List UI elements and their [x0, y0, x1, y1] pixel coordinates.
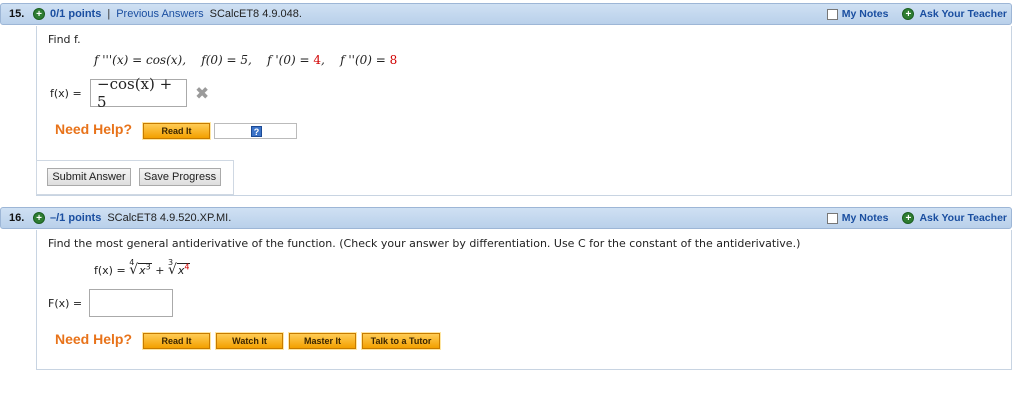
q16-read-it-button[interactable]: Read It	[142, 332, 211, 350]
submit-answer-button[interactable]: Submit Answer	[47, 168, 131, 186]
q15-answer-field[interactable]: −cos(x) + 5	[90, 75, 187, 111]
q16-prompt: Find the most general antiderivative of …	[48, 237, 801, 250]
plus-sign: +	[155, 264, 168, 277]
points-label: –/1 points	[50, 212, 102, 224]
q16-watch-it-button[interactable]: Watch It	[215, 332, 284, 350]
cube-root-term: 3 √x4	[168, 258, 191, 278]
condition-third-derivative: f '''(x) = cos(x),	[94, 53, 187, 67]
previous-answers-link[interactable]: Previous Answers	[116, 8, 203, 20]
ask-teacher-link[interactable]: Ask Your Teacher	[919, 8, 1007, 20]
save-progress-button[interactable]: Save Progress	[139, 168, 221, 186]
separator: |	[107, 8, 111, 20]
q16-panel	[36, 230, 1012, 370]
q15-need-help: Need Help?	[55, 121, 133, 137]
x-mark-icon: ✖	[195, 84, 210, 103]
function-lhs: f(x) =	[94, 264, 130, 277]
question-number: 16.	[9, 212, 25, 224]
points-label: 0/1 points	[50, 8, 102, 20]
ask-teacher-plus-icon[interactable]: +	[902, 8, 915, 20]
my-notes-link[interactable]: My Notes	[842, 8, 889, 20]
q16-function: f(x) = 4 √x3 + 3 √x4	[94, 258, 191, 278]
radicand-exponent: 4	[184, 262, 190, 272]
ask-teacher-link[interactable]: Ask Your Teacher	[919, 212, 1007, 224]
q16-answer-label: F(x) =	[48, 297, 83, 310]
my-notes-checkbox[interactable]	[826, 8, 838, 20]
ask-teacher-plus-icon[interactable]: +	[902, 212, 915, 224]
my-notes-checkbox[interactable]	[826, 212, 838, 224]
root-index: 4	[129, 258, 135, 267]
question-reference: SCalcET8 4.9.520.XP.MI.	[107, 212, 232, 224]
condition-f-prime-value: 4	[313, 53, 322, 67]
condition-f0: f(0) = 5,	[201, 53, 252, 67]
q15-conditions: f '''(x) = cos(x), f(0) = 5, f '(0) = 4,…	[94, 53, 397, 67]
condition-comma: ,	[321, 53, 325, 67]
q16-master-it-button[interactable]: Master It	[288, 332, 357, 350]
q16-talk-tutor-button[interactable]: Talk to a Tutor	[361, 332, 441, 350]
expand-plus-icon[interactable]: +	[33, 8, 45, 20]
q15-answer-label: f(x) =	[50, 87, 82, 100]
root-index: 3	[167, 258, 174, 267]
expand-plus-icon[interactable]: +	[33, 212, 45, 224]
q15-header: 15. + 0/1 points | Previous Answers SCal…	[0, 3, 1012, 25]
q15-read-it-button[interactable]: Read It	[142, 122, 211, 140]
question-number: 15.	[9, 8, 25, 20]
my-notes-link[interactable]: My Notes	[842, 212, 889, 224]
condition-f-double-prime-value: 8	[389, 53, 398, 67]
q16-need-help: Need Help?	[55, 331, 133, 347]
q15-prompt: Find f.	[48, 33, 81, 46]
question-reference: SCalcET8 4.9.048.	[209, 8, 302, 20]
radicand-exponent: 3	[145, 262, 151, 272]
q16-answer-field[interactable]	[89, 289, 173, 317]
condition-f-prime-label: f '(0) =	[267, 53, 314, 67]
fourth-root-term: 4 √x3	[129, 258, 152, 278]
condition-f-double-prime-label: f ''(0) =	[340, 53, 390, 67]
help-question-icon[interactable]: ?	[251, 126, 262, 137]
q16-header: 16. + –/1 points SCalcET8 4.9.520.XP.MI.…	[0, 207, 1012, 229]
